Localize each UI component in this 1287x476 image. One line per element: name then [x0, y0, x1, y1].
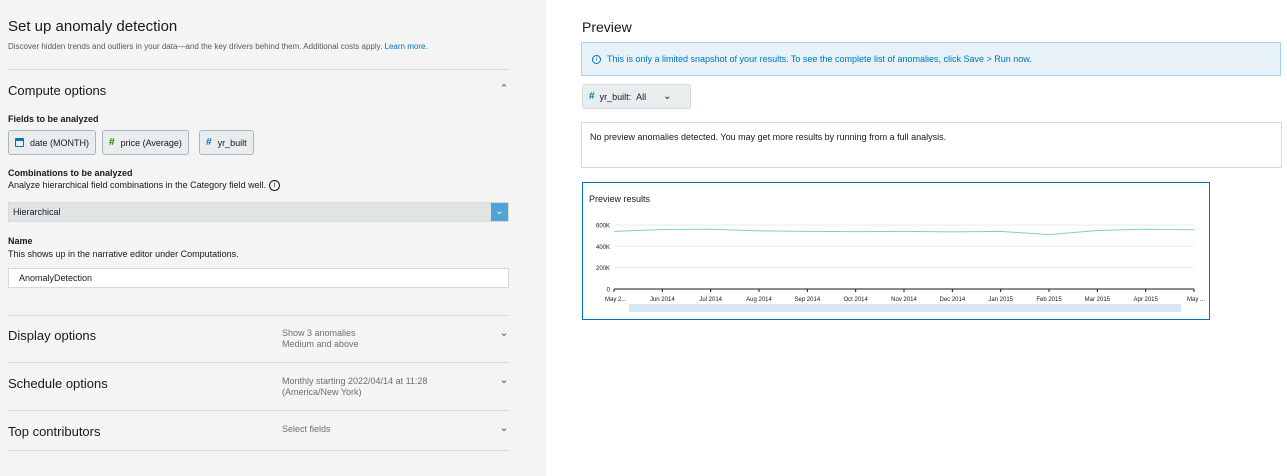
summary-line: Show 3 anomalies — [282, 328, 356, 338]
fields-label: Fields to be analyzed — [8, 114, 99, 124]
series-line — [613, 228, 1195, 236]
field-chip-yr-built[interactable]: # yr_built — [199, 130, 254, 155]
name-label: Name — [8, 236, 33, 246]
name-input[interactable]: AnomalyDetection — [8, 268, 509, 288]
preview-title: Preview — [582, 19, 632, 35]
x-tick-label: Feb 2015 — [1036, 297, 1062, 303]
summary-line: (America/New York) — [282, 387, 362, 397]
banner-text: This is only a limited snapshot of your … — [607, 54, 1032, 64]
filter-label: yr_built: — [599, 91, 632, 102]
line-chart-svg: 0 200K 400K 600K May 2... Jun 2014 Jul 2014 Aug… — [596, 224, 1205, 312]
summary-line: Monthly starting 2022/04/14 at 11:28 — [282, 376, 428, 386]
x-tick-label: Sep 2014 — [794, 297, 820, 303]
combinations-desc-text: Analyze hierarchical field combinations … — [8, 180, 267, 190]
divider — [8, 410, 509, 411]
hash-icon: # — [589, 91, 595, 102]
x-tick-label: May ... — [1187, 297, 1205, 303]
calendar-icon — [15, 138, 24, 147]
chevron-down-icon[interactable]: ⌄ — [491, 203, 508, 221]
schedule-options-summary: Monthly starting 2022/04/14 at 11:28 (Am… — [282, 376, 427, 398]
divider — [8, 315, 509, 316]
field-chip-label: price (Average) — [120, 137, 182, 148]
x-tick-label: May 2... — [605, 297, 627, 303]
compute-options-heading[interactable]: Compute options — [8, 83, 106, 98]
display-options-summary: Show 3 anomalies Medium and above — [282, 328, 359, 350]
page-description: Discover hidden trends and outliers in y… — [8, 42, 428, 51]
info-icon[interactable]: i — [269, 180, 281, 192]
info-banner: i This is only a limited snapshot of you… — [581, 42, 1281, 76]
chevron-down-icon[interactable]: ⌄ — [498, 327, 510, 339]
field-chip-date[interactable]: date (MONTH) — [8, 130, 97, 155]
x-tick-label: Aug 2014 — [746, 297, 772, 303]
yr-built-filter[interactable]: # yr_built: All ⌄ — [582, 84, 691, 109]
hash-icon: # — [206, 136, 212, 148]
display-options-heading[interactable]: Display options — [8, 328, 96, 343]
y-tick-label: 600K — [596, 224, 610, 230]
x-tick-label: Jun 2014 — [650, 297, 675, 303]
schedule-options-heading[interactable]: Schedule options — [8, 376, 108, 391]
chevron-down-icon[interactable]: ⌄ — [498, 374, 510, 386]
learn-more-link[interactable]: Learn more. — [385, 42, 428, 51]
preview-message: No preview anomalies detected. You may g… — [590, 132, 947, 142]
info-icon: i — [592, 54, 601, 64]
x-tick-label: Jul 2014 — [699, 297, 722, 303]
combinations-select-value: Hierarchical — [13, 207, 61, 217]
y-tick-label: 200K — [596, 266, 610, 272]
description-text: Discover hidden trends and outliers in y… — [8, 42, 383, 51]
preview-message-box: No preview anomalies detected. You may g… — [581, 122, 1282, 168]
divider — [8, 450, 509, 451]
chevron-down-icon[interactable]: ⌄ — [498, 422, 510, 434]
summary-line: Select fields — [282, 424, 331, 434]
range-scrollbar — [629, 304, 1181, 312]
x-tick-label: Apr 2015 — [1133, 297, 1158, 303]
settings-panel: Set up anomaly detection Discover hidden… — [0, 0, 546, 476]
page-title: Set up anomaly detection — [8, 18, 178, 35]
name-description: This shows up in the narrative editor un… — [8, 249, 239, 259]
hash-icon: # — [109, 136, 115, 148]
combinations-label: Combinations to be analyzed — [8, 168, 133, 178]
divider — [8, 69, 509, 70]
x-tick-label: Oct 2014 — [843, 297, 868, 303]
filter-value: All — [636, 91, 647, 102]
preview-results-chart[interactable]: Preview results 0 200K 400K 600K May 2... Jun… — [582, 182, 1210, 320]
combinations-description: Analyze hierarchical field combinations … — [8, 180, 281, 192]
x-tick-label: Mar 2015 — [1085, 297, 1111, 303]
field-chip-price[interactable]: # price (Average) — [102, 130, 189, 155]
divider — [8, 362, 509, 363]
y-tick-label: 400K — [596, 245, 610, 251]
field-chip-label: date (MONTH) — [30, 137, 90, 148]
chevron-down-icon: ⌄ — [663, 91, 672, 102]
top-contributors-heading[interactable]: Top contributors — [8, 424, 101, 439]
combinations-select[interactable]: Hierarchical ⌄ — [8, 202, 509, 222]
summary-line: Medium and above — [282, 339, 359, 349]
top-contributors-summary: Select fields — [282, 424, 331, 435]
x-tick-label: Nov 2014 — [891, 297, 917, 303]
chevron-up-icon[interactable]: ⌃ — [498, 83, 510, 95]
x-tick-label: Dec 2014 — [939, 297, 965, 303]
y-tick-label: 0 — [607, 288, 611, 294]
x-tick-label: Jan 2015 — [988, 297, 1013, 303]
field-chip-label: yr_built — [217, 137, 247, 148]
